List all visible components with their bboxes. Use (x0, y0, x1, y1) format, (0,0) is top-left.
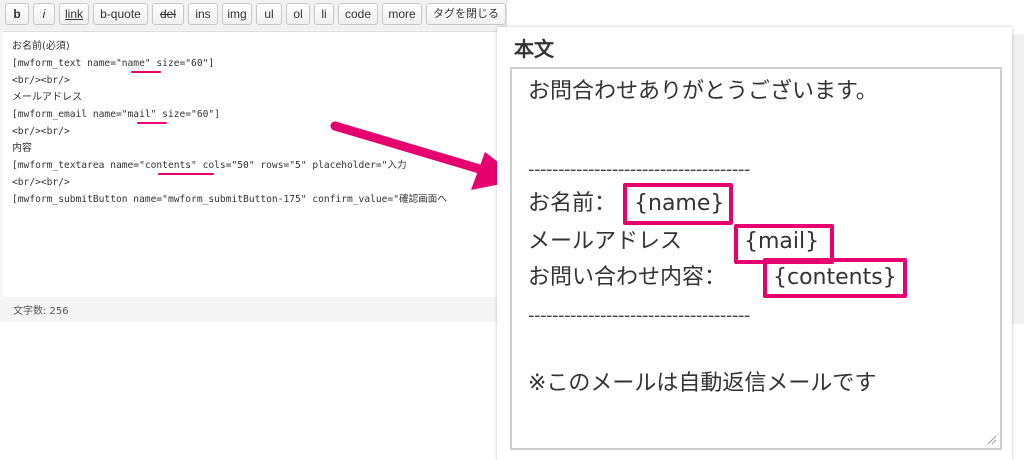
footer-note: ※このメールは自動返信メールです (528, 371, 877, 396)
italic-button[interactable]: i (33, 3, 55, 25)
contents-tag: {contents} (773, 265, 897, 290)
divider-line: ------------------------------------- (528, 159, 750, 180)
code-button[interactable]: code (338, 3, 378, 25)
code-line: <br/><br/> (12, 126, 70, 137)
mail-tag: {mail} (744, 229, 820, 254)
quicktags-toolbar: b i link b-quote del ins img ul ol li co… (0, 0, 506, 30)
page-edge (1012, 34, 1024, 324)
pointer-arrow-icon (330, 121, 521, 190)
img-button[interactable]: img (222, 3, 252, 25)
resize-grip-icon[interactable] (985, 433, 997, 445)
ol-button[interactable]: ol (286, 3, 310, 25)
greeting-line: お問合わせありがとうございます。 (528, 79, 878, 104)
more-button[interactable]: more (382, 3, 422, 25)
name-label: お名前： (528, 191, 617, 216)
code-line: メールアドレス (12, 92, 82, 103)
mail-body-panel: 本文 お問合わせありがとうございます。 --------------------… (497, 27, 1012, 460)
blockquote-button[interactable]: b-quote (93, 3, 148, 25)
mail-label: メールアドレス (528, 229, 683, 254)
li-button[interactable]: li (314, 3, 334, 25)
code-line: [mwform_email name="mail" size="60"] (12, 109, 220, 120)
bold-button[interactable]: b (5, 3, 29, 25)
code-line: <br/><br/> (12, 75, 70, 86)
del-button[interactable]: del (152, 3, 184, 25)
contents-underline (158, 173, 214, 175)
code-line: [mwform_text name="name" size="60"] (12, 58, 215, 69)
link-button[interactable]: link (59, 3, 89, 25)
code-line: <br/><br/> (12, 177, 70, 188)
status-bar: 文字数: 256 (3, 300, 503, 318)
ul-button[interactable]: ul (256, 3, 282, 25)
ins-button[interactable]: ins (188, 3, 218, 25)
name-tag: {name} (634, 191, 725, 216)
close-tags-button[interactable]: タグを閉じる (426, 3, 506, 25)
mail-underline (137, 122, 167, 124)
panel-title: 本文 (514, 37, 554, 61)
word-count: 文字数: 256 (13, 306, 69, 317)
mail-body-textarea[interactable]: お問合わせありがとうございます。 -----------------------… (510, 67, 1002, 450)
code-line: お名前(必須) (12, 41, 70, 52)
divider-line: ------------------------------------- (528, 305, 750, 326)
name-underline (131, 71, 161, 73)
code-line: 内容 (12, 143, 32, 154)
contents-label: お問い合わせ内容： (528, 265, 727, 290)
